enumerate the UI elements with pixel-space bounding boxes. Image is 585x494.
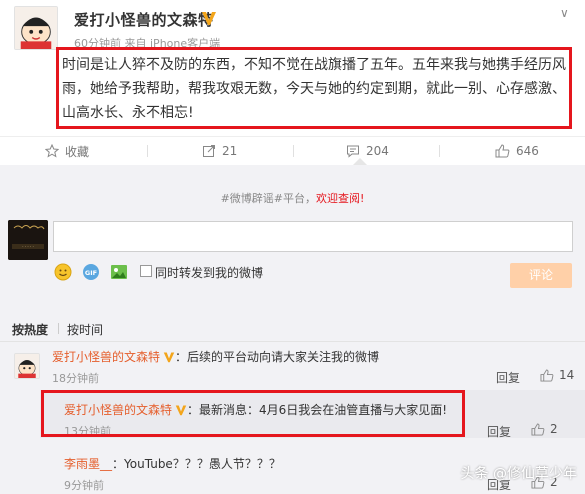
comment-text: 爱打小怪兽的文森特 ：后续的平台动向请大家关注我的微博 bbox=[52, 348, 379, 365]
sort-by-time[interactable]: 按时间 bbox=[67, 321, 103, 338]
emoji-icon[interactable] bbox=[54, 263, 72, 281]
comment-tab-pointer bbox=[353, 158, 367, 165]
comment-body: ：YouTube？？？愚人节？？？ bbox=[112, 457, 281, 471]
author-avatar[interactable] bbox=[14, 6, 58, 50]
comment-time: 9分钟前 bbox=[64, 479, 104, 492]
repost-count: 21 bbox=[222, 144, 238, 158]
repost-checkbox[interactable] bbox=[140, 265, 152, 277]
image-icon[interactable] bbox=[110, 263, 128, 281]
comment-text: 李雨墨__：YouTube？？？愚人节？？？ bbox=[64, 455, 281, 472]
author-name[interactable]: 爱打小怪兽的文森特 bbox=[74, 9, 214, 30]
svg-text:GIF: GIF bbox=[85, 269, 97, 277]
comment-like-count: 2 bbox=[550, 422, 558, 436]
reply-button[interactable]: 回复 bbox=[487, 423, 511, 440]
verified-badge-icon bbox=[202, 12, 216, 25]
comment-input[interactable] bbox=[53, 221, 573, 252]
repost-icon bbox=[203, 145, 215, 157]
topic-text[interactable]: #微博辟谣#平台， bbox=[221, 192, 316, 205]
star-icon bbox=[45, 144, 59, 158]
repost-checkbox-label[interactable]: 同时转发到我的微博 bbox=[155, 264, 263, 281]
comment-panel: #微博辟谣#平台，欢迎查阅! · · · · · GIF 同时转发到我的微博 评… bbox=[0, 165, 585, 494]
comment-button[interactable]: 204 bbox=[346, 143, 389, 159]
topic-link[interactable]: 欢迎查阅! bbox=[316, 192, 364, 205]
comment-time: 18分钟前 bbox=[52, 372, 99, 385]
sort-by-hot[interactable]: 按热度 bbox=[12, 321, 48, 338]
submit-comment-button[interactable]: 评论 bbox=[510, 263, 572, 288]
commenter-name[interactable]: 爱打小怪兽的文森特 bbox=[52, 350, 160, 364]
my-avatar[interactable]: · · · · · bbox=[8, 220, 48, 260]
highlight-box bbox=[56, 47, 572, 129]
repost-button[interactable]: 21 bbox=[202, 143, 237, 159]
comment-body: ：后续的平台动向请大家关注我的微博 bbox=[175, 350, 380, 364]
comment-count: 204 bbox=[366, 144, 389, 158]
watermark: 头条 @修仙草少年 bbox=[460, 466, 577, 482]
action-bar: 收藏 21 204 646 bbox=[0, 136, 585, 164]
svg-text:· · · · ·: · · · · · bbox=[22, 244, 33, 249]
highlight-box bbox=[41, 390, 465, 437]
commenter-avatar[interactable] bbox=[14, 353, 40, 379]
topic-notice: #微博辟谣#平台，欢迎查阅! bbox=[0, 190, 585, 206]
gif-icon[interactable]: GIF bbox=[82, 263, 100, 281]
favorite-button[interactable]: 收藏 bbox=[45, 143, 89, 159]
favorite-label: 收藏 bbox=[65, 144, 90, 159]
sort-bar: 按热度 按时间 bbox=[0, 316, 585, 342]
thumbs-up-icon bbox=[531, 422, 545, 436]
comment-icon bbox=[347, 145, 359, 158]
like-button[interactable]: 646 bbox=[495, 143, 539, 159]
thumbs-up-icon bbox=[495, 144, 510, 158]
comment-like-button[interactable]: 2 bbox=[531, 422, 558, 436]
reply-button[interactable]: 回复 bbox=[496, 369, 520, 386]
chevron-down-icon[interactable]: ∨ bbox=[560, 6, 569, 20]
commenter-name[interactable]: 李雨墨__ bbox=[64, 457, 112, 471]
comment-like-count: 14 bbox=[559, 368, 575, 382]
thumbs-up-icon bbox=[540, 368, 554, 382]
comment-like-button[interactable]: 14 bbox=[540, 368, 574, 382]
like-count: 646 bbox=[516, 144, 539, 158]
verified-badge-icon bbox=[163, 352, 175, 363]
